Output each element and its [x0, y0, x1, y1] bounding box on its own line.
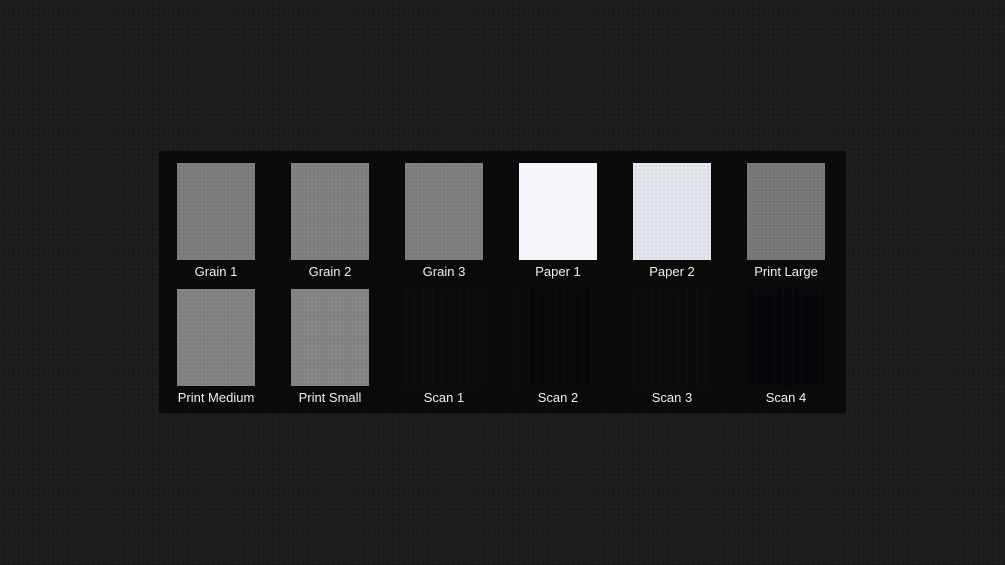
preset-print-medium[interactable]: Print Medium: [159, 277, 273, 405]
preset-scan-3[interactable]: Scan 3: [615, 277, 729, 405]
preset-label: Scan 3: [651, 390, 693, 405]
preset-thumbnail: [291, 289, 369, 386]
preset-thumbnail: [747, 289, 825, 386]
preset-thumbnail: [633, 289, 711, 386]
preset-thumbnail: [177, 163, 255, 260]
preset-thumbnail: [747, 163, 825, 260]
preset-print-large[interactable]: Print Large: [729, 151, 843, 279]
preset-scan-1[interactable]: Scan 1: [387, 277, 501, 405]
preset-label: Print Small: [298, 390, 362, 405]
preset-thumbnail: [519, 163, 597, 260]
preset-thumbnail: [519, 289, 597, 386]
preset-panel: Grain 1 Grain 2 Grain 3 Paper 1 Paper 2 …: [159, 151, 846, 413]
preset-label: Print Medium: [177, 390, 255, 405]
preset-paper-1[interactable]: Paper 1: [501, 151, 615, 279]
preset-scan-4[interactable]: Scan 4: [729, 277, 843, 405]
preset-label: Scan 1: [423, 390, 465, 405]
preset-thumbnail: [405, 289, 483, 386]
preset-thumbnail: [405, 163, 483, 260]
preset-print-small[interactable]: Print Small: [273, 277, 387, 405]
preset-grain-3[interactable]: Grain 3: [387, 151, 501, 279]
preset-paper-2[interactable]: Paper 2: [615, 151, 729, 279]
preset-scan-2[interactable]: Scan 2: [501, 277, 615, 405]
preset-grain-1[interactable]: Grain 1: [159, 151, 273, 279]
preset-thumbnail: [633, 163, 711, 260]
preset-thumbnail: [291, 163, 369, 260]
preset-thumbnail: [177, 289, 255, 386]
preset-label: Scan 2: [537, 390, 579, 405]
preset-label: Scan 4: [765, 390, 807, 405]
preset-grain-2[interactable]: Grain 2: [273, 151, 387, 279]
preset-grid: Grain 1 Grain 2 Grain 3 Paper 1 Paper 2 …: [159, 151, 846, 413]
